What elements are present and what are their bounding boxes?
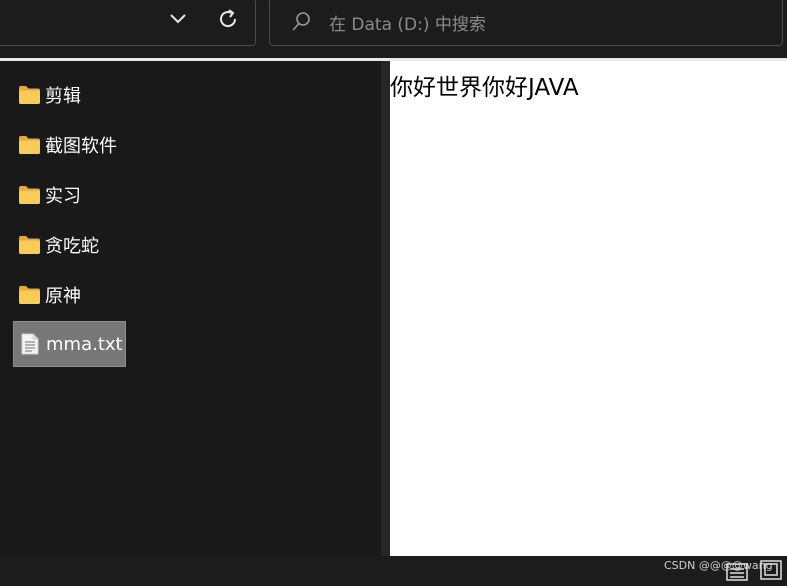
search-input[interactable]: 在 Data (D:) 中搜索	[329, 10, 486, 35]
nav-item-folder[interactable]: 实习	[13, 173, 81, 217]
folder-icon	[19, 136, 40, 154]
refresh-icon[interactable]	[216, 7, 240, 31]
nav-item-folder[interactable]: 剪辑	[13, 73, 81, 117]
status-bar: CSDN @@@@wang	[0, 556, 787, 583]
large-icons-view-icon[interactable]	[760, 560, 782, 580]
nav-item-label: 剪辑	[45, 86, 81, 107]
nav-item-label: 截图软件	[45, 136, 117, 157]
nav-item-label: 实习	[45, 186, 81, 207]
nav-item-label: mma.txt	[46, 333, 123, 355]
search-icon	[290, 11, 312, 33]
preview-content: 你好世界你好JAVA	[390, 75, 579, 101]
address-bar[interactable]	[0, 0, 256, 46]
nav-item-file-selected[interactable]: mma.txt	[13, 321, 126, 367]
nav-item-folder[interactable]: 截图软件	[13, 123, 117, 167]
folder-icon	[19, 286, 40, 304]
nav-item-folder[interactable]: 原神	[13, 273, 81, 317]
chevron-down-icon[interactable]	[167, 8, 189, 30]
nav-item-label: 贪吃蛇	[45, 236, 99, 257]
toolbar: 在 Data (D:) 中搜索	[0, 0, 787, 58]
search-box[interactable]: 在 Data (D:) 中搜索	[269, 0, 783, 46]
details-view-icon[interactable]	[726, 562, 748, 582]
navigation-pane: 剪辑 截图软件 实习 贪吃蛇 原神 mma.txt	[0, 61, 381, 556]
nav-item-folder[interactable]: 贪吃蛇	[13, 223, 99, 267]
preview-pane: 你好世界你好JAVA	[390, 61, 787, 556]
folder-icon	[19, 236, 40, 254]
nav-item-label: 原神	[45, 286, 81, 307]
pane-splitter[interactable]	[381, 61, 390, 556]
folder-icon	[19, 86, 40, 104]
text-file-icon	[21, 333, 39, 355]
folder-icon	[19, 186, 40, 204]
watermark: CSDN @@@@wang	[664, 559, 773, 572]
